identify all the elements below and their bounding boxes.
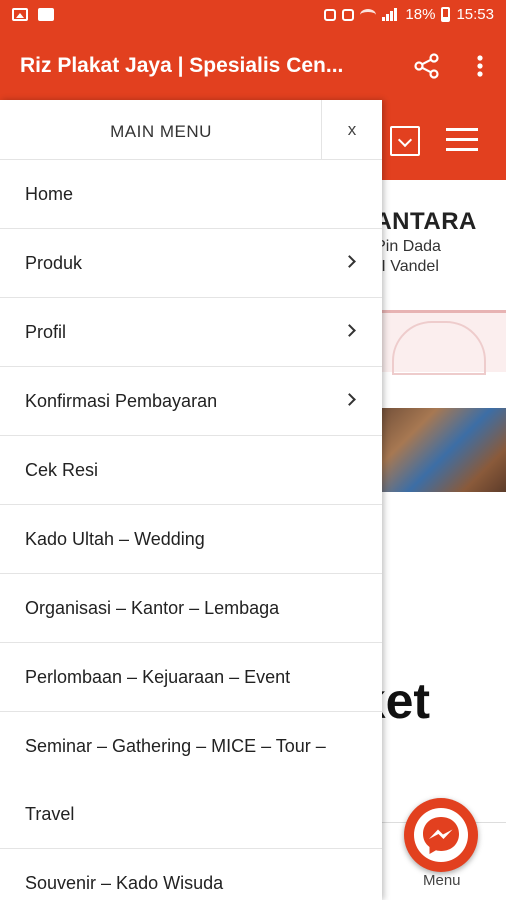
menu-item-label: Home [25, 184, 74, 204]
menu-item-label-line2: Travel [25, 804, 75, 824]
menu-item-label: Kado Ultah – Wedding [25, 529, 205, 549]
drawer-title: MAIN MENU [110, 122, 212, 141]
status-bar: 18% 15:53 [0, 0, 506, 32]
alarm-icon [342, 8, 355, 21]
fab-label: Menu [423, 872, 461, 889]
menu-item-label: Konfirmasi Pembayaran [25, 391, 218, 411]
menu-item-home[interactable]: Home [0, 160, 382, 229]
messenger-icon [423, 817, 459, 854]
system-status: 18% 15:53 [324, 6, 494, 23]
share-icon[interactable] [413, 52, 441, 80]
menu-item-souvenir[interactable]: Souvenir – Kado Wisuda [0, 849, 382, 900]
wifi-icon [360, 8, 377, 21]
navigation-drawer: MAIN MENU x Home Produk Profil Konfirmas… [0, 100, 382, 900]
app-bar: Riz Plakat Jaya | Spesialis Cen... [0, 32, 506, 100]
battery-icon [441, 7, 451, 22]
signal-icon [382, 8, 398, 21]
hamburger-menu-icon[interactable] [446, 126, 478, 152]
messenger-icon-bg [414, 808, 468, 862]
menu-item-profil[interactable]: Profil [0, 298, 382, 367]
chevron-right-icon[interactable] [343, 324, 356, 337]
more-vert-icon[interactable] [470, 52, 490, 80]
dropdown-icon[interactable] [390, 126, 420, 156]
menu-item-label: Souvenir – Kado Wisuda [25, 873, 224, 893]
menu-item-konfirmasi-pembayaran[interactable]: Konfirmasi Pembayaran [0, 367, 382, 436]
lock-icon [324, 8, 337, 21]
menu-item-label: Seminar – Gathering – MICE – Tour – [25, 736, 326, 756]
menu-item-label: Perlombaan – Kejuaraan – Event [25, 667, 291, 687]
menu-item-organisasi[interactable]: Organisasi – Kantor – Lembaga [0, 574, 382, 643]
menu-item-perlombaan[interactable]: Perlombaan – Kejuaraan – Event [0, 643, 382, 712]
main-menu: Home Produk Profil Konfirmasi Pembayaran… [0, 160, 382, 900]
clock: 15:53 [456, 6, 494, 23]
menu-item-label: Produk [25, 253, 83, 273]
menu-item-cek-resi[interactable]: Cek Resi [0, 436, 382, 505]
menu-item-label: Cek Resi [25, 460, 99, 480]
banner-photo [372, 408, 506, 492]
product-image [372, 310, 506, 375]
menu-item-label: Profil [25, 322, 67, 342]
chevron-right-icon[interactable] [343, 255, 356, 268]
message-notification-icon [38, 8, 54, 21]
menu-item-label: Organisasi – Kantor – Lembaga [25, 598, 280, 618]
notification-icons [12, 8, 54, 21]
menu-item-seminar[interactable]: Seminar – Gathering – MICE – Tour – Trav… [0, 712, 382, 849]
battery-percent: 18% [405, 6, 436, 23]
gallery-notification-icon [12, 8, 28, 21]
menu-item-kado-ultah[interactable]: Kado Ultah – Wedding [0, 505, 382, 574]
messenger-button[interactable] [404, 798, 478, 872]
drawer-header: MAIN MENU x [0, 100, 382, 160]
menu-item-produk[interactable]: Produk [0, 229, 382, 298]
app-title: Riz Plakat Jaya | Spesialis Cen... [20, 54, 344, 77]
chevron-right-icon[interactable] [343, 393, 356, 406]
close-button[interactable]: x [321, 100, 382, 160]
